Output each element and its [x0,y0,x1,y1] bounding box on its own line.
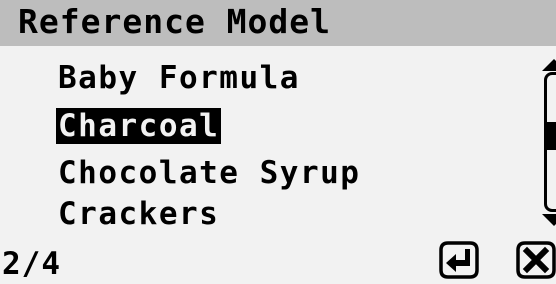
title-bar: Reference Model [0,0,556,46]
page-title: Reference Model [18,2,332,41]
scroll-down-arrow-icon[interactable] [540,213,556,227]
menu-item-chocolate-syrup[interactable]: Chocolate Syrup [56,155,362,191]
cancel-icon[interactable] [515,240,556,280]
scrollbar[interactable] [540,58,556,228]
page-indicator: 2/4 [2,246,61,282]
menu-item-charcoal[interactable]: Charcoal [56,108,222,144]
menu-item-crackers[interactable]: Crackers [56,196,221,232]
scroll-up-arrow-icon[interactable] [540,58,556,72]
lcd-screen: Reference Model Baby Formula Charcoal Ch… [0,0,556,284]
scroll-thumb[interactable] [544,122,556,150]
enter-icon[interactable] [438,240,480,280]
menu-item-baby-formula[interactable]: Baby Formula [56,60,302,96]
